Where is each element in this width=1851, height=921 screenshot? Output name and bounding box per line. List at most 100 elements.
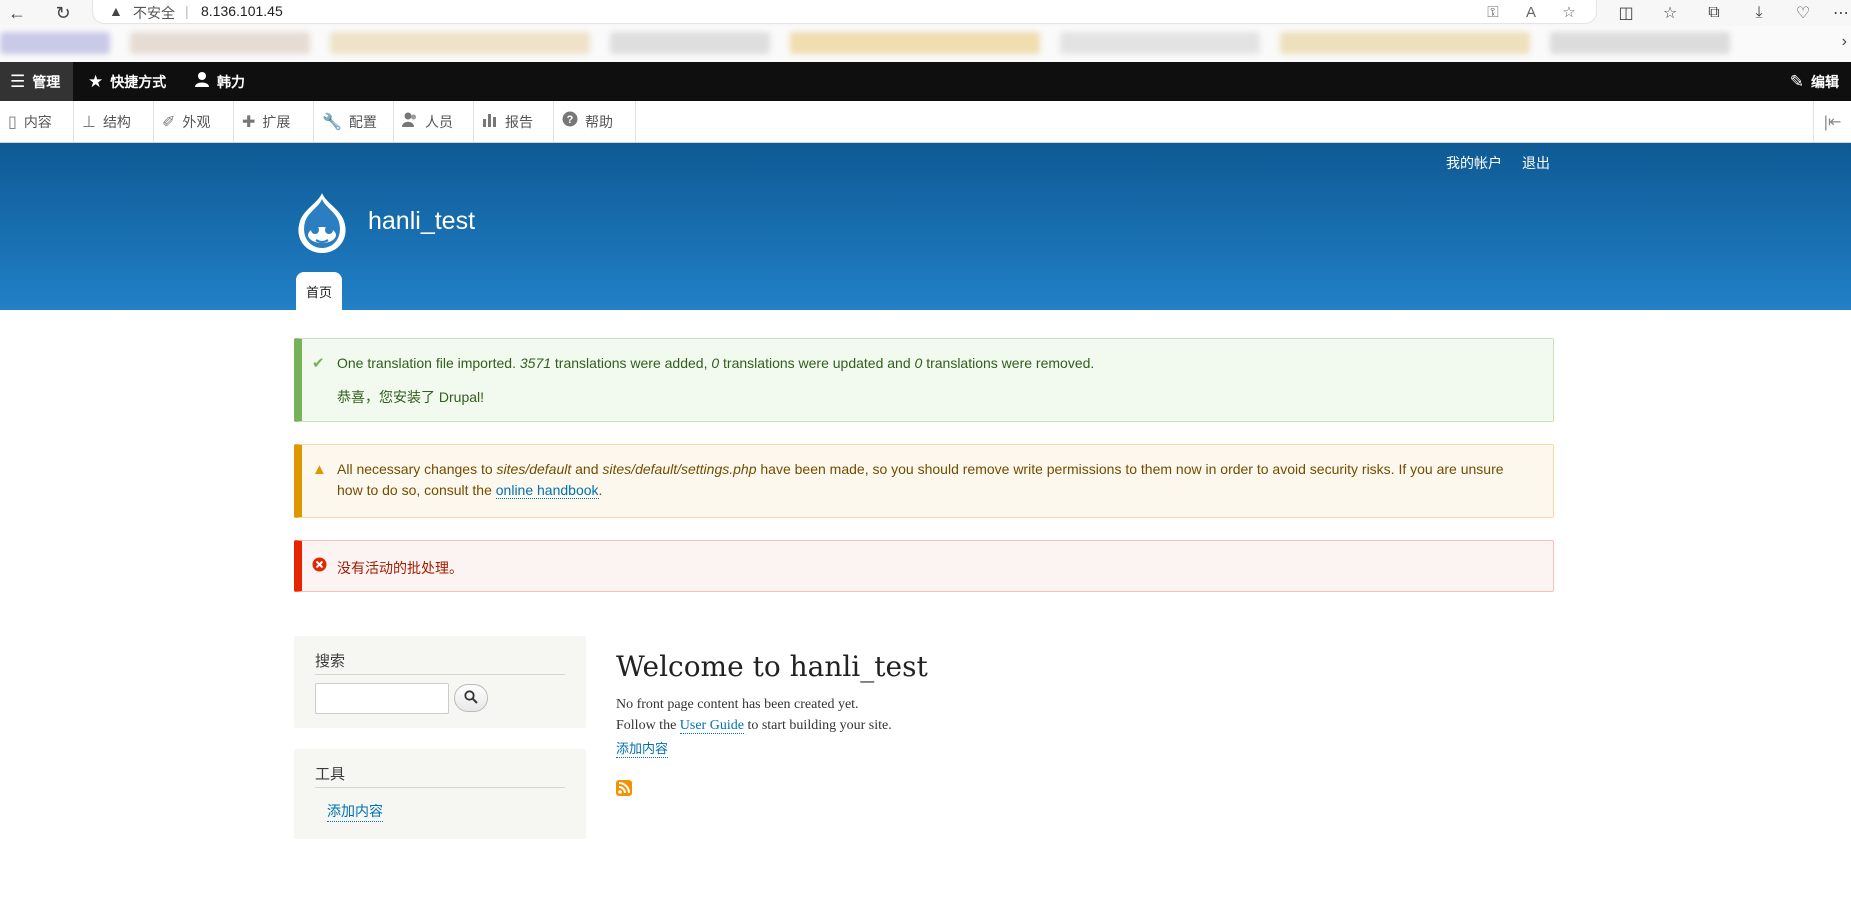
- error-text: 没有活动的批处理。: [337, 560, 463, 576]
- tray-item-extend[interactable]: ✚ 扩展: [234, 101, 314, 142]
- tray-item-content[interactable]: ▯ 内容: [0, 101, 74, 142]
- my-account-link[interactable]: 我的帐户: [1446, 153, 1502, 173]
- performance-icon[interactable]: ♡: [1792, 2, 1814, 24]
- logout-link[interactable]: 退出: [1522, 153, 1550, 173]
- tray-item-config[interactable]: 🔧 配置: [314, 101, 394, 142]
- warning-path: sites/default: [496, 461, 572, 477]
- guide-text: Follow the: [616, 718, 680, 733]
- user-guide-link[interactable]: User Guide: [679, 718, 744, 734]
- user-guide-line: Follow the User Guide to start building …: [616, 718, 892, 734]
- address-bar[interactable]: ▲ 不安全 | 8.136.101.45 ⚿ A ☆: [92, 0, 1597, 24]
- warning-text: how to do so, consult the: [337, 482, 496, 498]
- tools-block: 工具 添加内容: [294, 749, 586, 839]
- search-icon: [464, 689, 478, 707]
- read-aloud-icon[interactable]: A: [1521, 2, 1541, 22]
- tray-item-label: 帮助: [585, 113, 613, 130]
- search-input[interactable]: [315, 683, 449, 714]
- toolbar-manage[interactable]: ☰ 管理: [0, 62, 73, 101]
- warning-line-2: how to do so, consult the online handboo…: [337, 482, 603, 499]
- added-count: 3571: [519, 355, 552, 371]
- sitemap-icon: ⊥: [82, 113, 96, 131]
- puzzle-icon: ✚: [242, 113, 256, 131]
- online-handbook-link[interactable]: online handbook: [495, 482, 599, 499]
- blurred-bookmark[interactable]: [1280, 32, 1530, 54]
- toolbar-shortcuts[interactable]: ★ 快捷方式: [78, 62, 176, 101]
- bar-chart-icon: [482, 111, 498, 132]
- status-message: ✔ One translation file imported. 3571 tr…: [294, 338, 1554, 422]
- divider: [315, 674, 565, 675]
- collections-icon[interactable]: ⧉: [1703, 2, 1725, 24]
- tray-item-label: 外观: [182, 113, 211, 130]
- warning-text: have been made, so you should remove wri…: [756, 461, 1504, 477]
- drupal-logo[interactable]: [292, 191, 352, 255]
- status-line-1: One translation file imported. 3571 tran…: [337, 355, 1094, 371]
- download-icon[interactable]: ⤓: [1748, 2, 1770, 24]
- blurred-bookmark[interactable]: [610, 32, 770, 54]
- toolbar-edit-label: 编辑: [1811, 73, 1839, 90]
- blurred-bookmark[interactable]: [1060, 32, 1260, 54]
- key-icon[interactable]: ⚿: [1483, 2, 1503, 22]
- favorites-icon[interactable]: ☆: [1659, 2, 1681, 24]
- tray-item-label: 扩展: [262, 113, 291, 130]
- people-icon: [402, 111, 418, 132]
- warning-icon: ▲: [109, 3, 123, 19]
- tray-item-label: 内容: [23, 113, 52, 130]
- add-content-link[interactable]: 添加内容: [327, 801, 383, 822]
- search-button[interactable]: [454, 684, 488, 712]
- search-block-title: 搜索: [315, 653, 346, 670]
- blurred-bookmark[interactable]: [130, 32, 310, 54]
- status-text: translations were added,: [551, 355, 712, 371]
- site-name[interactable]: hanli_test: [368, 207, 475, 236]
- warning-line-1: All necessary changes to sites/default a…: [337, 461, 1504, 477]
- site-header: 我的帐户 退出 hanli_test 首页: [0, 143, 1851, 310]
- status-line-2: 恭喜，您安装了 Drupal!: [337, 389, 485, 405]
- blurred-bookmark[interactable]: [790, 32, 1040, 54]
- error-message: 没有活动的批处理。: [294, 540, 1554, 592]
- admin-toolbar: ☰ 管理 ★ 快捷方式 韩力 ✎ 编辑: [0, 62, 1851, 101]
- rss-feed-icon[interactable]: [616, 780, 632, 796]
- tray-item-label: 结构: [102, 113, 131, 130]
- user-icon: [194, 71, 210, 92]
- help-icon: ?: [562, 111, 578, 132]
- status-text: translations were removed.: [922, 355, 1095, 371]
- tray-item-label: 人员: [425, 113, 453, 130]
- guide-text: to start building your site.: [743, 718, 892, 733]
- blurred-bookmark[interactable]: [330, 32, 590, 54]
- blurred-bookmark[interactable]: [1550, 32, 1730, 54]
- star-icon: ★: [88, 71, 104, 91]
- toolbar-edit[interactable]: ✎ 编辑: [1780, 62, 1849, 101]
- tray-item-reports[interactable]: 报告: [474, 101, 554, 142]
- no-content-text: No front page content has been created y…: [616, 697, 859, 712]
- pencil-icon: ✎: [1789, 71, 1804, 91]
- tray-item-structure[interactable]: ⊥ 结构: [74, 101, 154, 142]
- more-icon[interactable]: ⋯: [1830, 2, 1851, 24]
- split-screen-icon[interactable]: ◫: [1615, 2, 1637, 24]
- warning-icon: ▲: [312, 461, 327, 478]
- status-text: One translation file imported.: [337, 355, 520, 371]
- add-content-main-link[interactable]: 添加内容: [616, 738, 669, 758]
- paintbrush-icon: ✐: [162, 113, 176, 131]
- tray-item-label: 报告: [505, 113, 533, 130]
- tray-item-appearance[interactable]: ✐ 外观: [154, 101, 234, 142]
- blurred-bookmark[interactable]: [0, 32, 110, 54]
- back-icon[interactable]: ←: [6, 2, 28, 24]
- browser-top-bar: ← ↻ ▲ 不安全 | 8.136.101.45 ⚿ A ☆ ◫ ☆ ⧉ ⤓ ♡…: [0, 0, 1851, 26]
- collapse-tray-icon[interactable]: |⇤: [1813, 101, 1851, 142]
- chevron-right-icon[interactable]: ›: [1842, 33, 1847, 51]
- toolbar-user[interactable]: 韩力: [184, 62, 255, 101]
- tab-home[interactable]: 首页: [296, 272, 342, 310]
- wrench-icon: 🔧: [322, 113, 342, 131]
- menu-icon: ☰: [10, 71, 26, 91]
- admin-tray: ▯ 内容 ⊥ 结构 ✐ 外观 ✚ 扩展 🔧 配置 人员 报告 ? 帮助 |⇤: [0, 101, 1851, 143]
- reload-icon[interactable]: ↻: [52, 2, 74, 24]
- warning-text: All necessary changes to: [337, 461, 497, 477]
- tray-item-people[interactable]: 人员: [394, 101, 474, 142]
- toolbar-user-label: 韩力: [217, 73, 245, 90]
- file-icon: ▯: [8, 113, 17, 131]
- check-icon: ✔: [312, 355, 325, 372]
- warning-text: .: [598, 482, 603, 498]
- tray-item-help[interactable]: ? 帮助: [554, 101, 636, 142]
- favorite-star-icon[interactable]: ☆: [1559, 2, 1579, 22]
- toolbar-shortcuts-label: 快捷方式: [110, 73, 167, 90]
- url-text[interactable]: 8.136.101.45: [201, 3, 283, 19]
